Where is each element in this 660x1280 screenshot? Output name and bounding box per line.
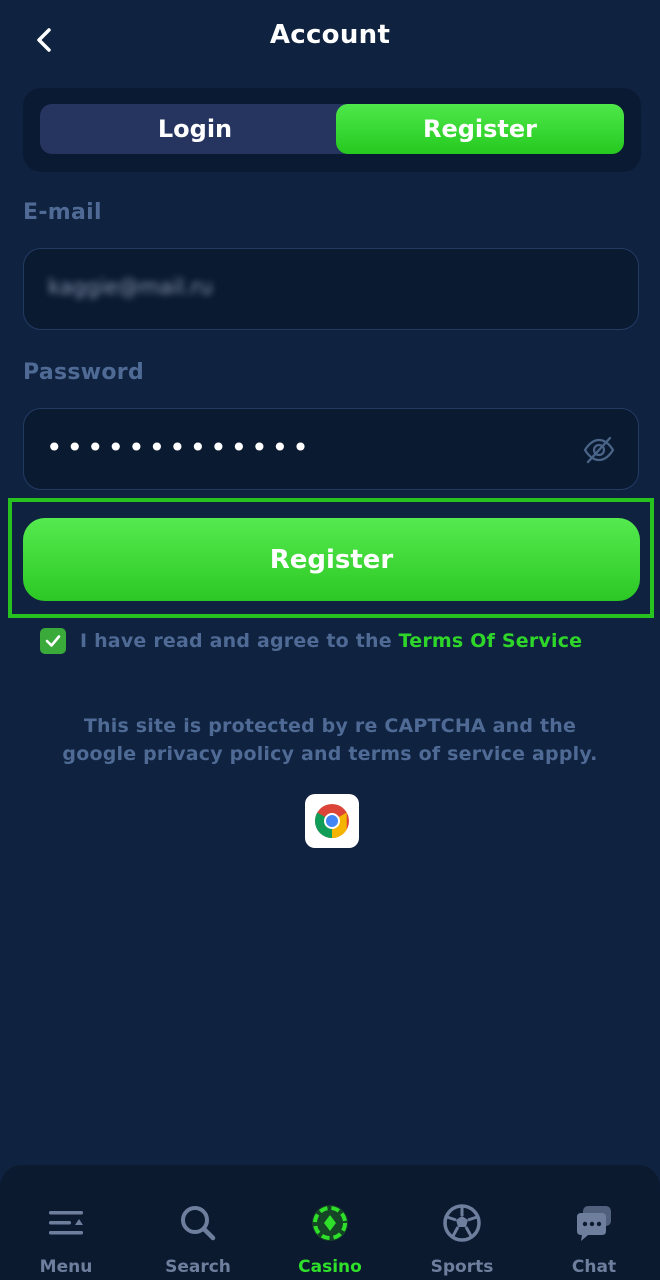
captcha-line-1: This site is protected by re CAPTCHA and… bbox=[83, 715, 577, 737]
terms-agreement: I have read and agree to the Terms Of Se… bbox=[40, 627, 582, 655]
check-icon bbox=[45, 635, 61, 647]
password-label: Password bbox=[23, 360, 145, 385]
captcha-line-2: google privacy policy and terms of servi… bbox=[62, 743, 598, 765]
search-icon bbox=[181, 1206, 216, 1241]
menu-icon bbox=[49, 1211, 83, 1235]
page-title: Account bbox=[269, 20, 391, 50]
nav-menu-label: Menu bbox=[39, 1257, 93, 1277]
nav-chat[interactable]: Chat bbox=[528, 1165, 660, 1280]
nav-sports[interactable]: Sports bbox=[396, 1165, 528, 1280]
eye-off-icon[interactable] bbox=[582, 433, 616, 467]
terms-text-prefix: I have read and agree to the bbox=[80, 630, 399, 652]
header: Account bbox=[0, 0, 660, 78]
terms-checkbox[interactable] bbox=[40, 628, 66, 654]
chat-icon bbox=[577, 1206, 611, 1241]
nav-chat-label: Chat bbox=[571, 1257, 617, 1277]
chrome-icon bbox=[315, 804, 349, 838]
email-field[interactable]: kaggie@mail.ru bbox=[23, 248, 639, 330]
casino-chip-icon bbox=[312, 1205, 348, 1241]
tab-register[interactable]: Register bbox=[336, 104, 624, 154]
nav-casino-label: Casino bbox=[298, 1257, 362, 1277]
nav-sports-label: Sports bbox=[430, 1257, 494, 1277]
nav-casino[interactable]: Casino bbox=[264, 1165, 396, 1280]
bottom-nav: Menu Search Casino Sports Chat bbox=[0, 1165, 660, 1280]
soccer-ball-icon bbox=[443, 1204, 481, 1242]
terms-text: I have read and agree to the Terms Of Se… bbox=[80, 630, 582, 652]
captcha-notice: This site is protected by re CAPTCHA and… bbox=[0, 712, 660, 768]
terms-of-service-link[interactable]: Terms Of Service bbox=[399, 630, 583, 652]
password-value: ••••••••••••• bbox=[46, 431, 313, 464]
nav-search-label: Search bbox=[165, 1257, 231, 1277]
chrome-browser-button[interactable] bbox=[305, 794, 359, 848]
auth-tabs: Login Register bbox=[23, 88, 641, 172]
register-button[interactable]: Register bbox=[23, 518, 640, 601]
password-field[interactable]: ••••••••••••• bbox=[23, 408, 639, 490]
nav-menu[interactable]: Menu bbox=[0, 1165, 132, 1280]
email-value: kaggie@mail.ru bbox=[48, 275, 213, 299]
email-label: E-mail bbox=[23, 200, 102, 225]
nav-search[interactable]: Search bbox=[132, 1165, 264, 1280]
tab-login[interactable]: Login bbox=[40, 104, 350, 154]
